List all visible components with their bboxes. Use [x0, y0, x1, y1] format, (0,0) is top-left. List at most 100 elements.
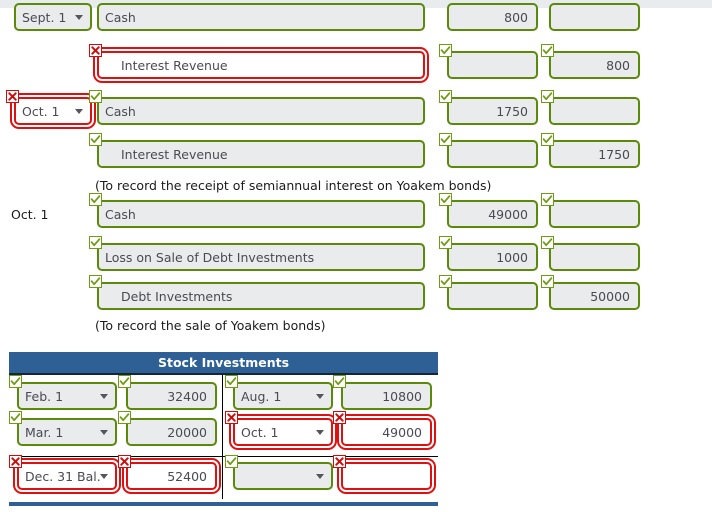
stock-cell-r1c1[interactable]: Feb. 1	[17, 382, 117, 410]
journal2-account-select-2[interactable]: Loss on Sale of Debt Investments	[97, 243, 425, 271]
stock-cell-r2c1-value: Mar. 1	[25, 424, 64, 440]
stock-cell-r3c3[interactable]	[233, 462, 333, 490]
journal2-debit-input-3[interactable]	[447, 282, 538, 310]
stock-cell-r2c1[interactable]: Mar. 1	[17, 418, 117, 446]
correct-check-icon	[541, 193, 554, 206]
correct-check-icon	[89, 90, 102, 103]
incorrect-x-icon	[333, 411, 346, 424]
stock-cell-r3c3-wrapper	[233, 462, 333, 490]
stock-cell-r1c1-wrapper: Feb. 1	[17, 382, 117, 410]
journal-date-select-3[interactable]: Oct. 1	[14, 97, 92, 125]
journal2-credit-input-1[interactable]	[549, 200, 640, 228]
stock-cell-r3c2-value: 52400	[167, 468, 207, 484]
stock-cell-r1c4-wrapper: 10800	[341, 382, 432, 410]
chevron-down-icon	[100, 394, 108, 399]
journal-credit-input-4-wrapper: 1750	[549, 140, 640, 168]
stock-cell-r1c3-value: Aug. 1	[241, 388, 282, 404]
journal-date-select-3-wrapper: Oct. 1	[14, 97, 92, 125]
stock-cell-r1c2[interactable]: 32400	[126, 382, 217, 410]
journal2-account-select-2-wrapper: Loss on Sale of Debt Investments	[97, 243, 425, 271]
stock-cell-r2c3[interactable]: Oct. 1	[233, 418, 333, 446]
journal-account-select-4[interactable]: Interest Revenue	[97, 140, 425, 168]
correct-check-icon	[89, 236, 102, 249]
correct-check-icon	[439, 44, 452, 57]
journal2-account-select-1-value: Cash	[105, 206, 136, 222]
journal-account-select-3-value: Cash	[105, 103, 136, 119]
journal-account-select-1-value: Cash	[105, 9, 136, 25]
journal-debit-input-1-value: 800	[504, 9, 528, 25]
journal2-credit-input-2[interactable]	[549, 243, 640, 271]
stock-cell-r3c4-wrapper	[341, 462, 432, 490]
journal-debit-input-3[interactable]: 1750	[447, 97, 538, 125]
stock-cell-r1c3[interactable]: Aug. 1	[233, 382, 333, 410]
journal-account-select-3[interactable]: Cash	[97, 97, 425, 125]
correct-check-icon	[541, 133, 554, 146]
stock-investments-title: Stock Investments	[9, 352, 438, 375]
journal-memo-1: (To record the receipt of semiannual int…	[95, 178, 492, 193]
journal2-debit-input-2[interactable]: 1000	[447, 243, 538, 271]
correct-check-icon	[89, 275, 102, 288]
journal2-credit-input-3-value: 50000	[590, 288, 630, 304]
worksheet-root: Sept. 1 Cash 800 Interest Revenue 800 Oct. 1 C…	[0, 0, 712, 512]
journal-credit-input-2-value: 800	[606, 57, 630, 73]
chevron-down-icon	[75, 109, 83, 114]
correct-check-icon	[541, 44, 554, 57]
journal-date-select-3-value: Oct. 1	[22, 103, 60, 119]
stock-cell-r3c4[interactable]	[341, 462, 432, 490]
stock-cell-r2c4[interactable]: 49000	[341, 418, 432, 446]
stock-cell-r3c2[interactable]: 52400	[126, 462, 217, 490]
journal2-credit-input-3-wrapper: 50000	[549, 282, 640, 310]
stock-cell-r2c2[interactable]: 20000	[126, 418, 217, 446]
correct-check-icon	[118, 411, 131, 424]
journal2-debit-input-1[interactable]: 49000	[447, 200, 538, 228]
journal-credit-input-1[interactable]	[549, 3, 640, 31]
incorrect-x-icon	[225, 411, 238, 424]
stock-cell-r1c4-value: 10800	[382, 388, 422, 404]
journal-debit-input-3-wrapper: 1750	[447, 97, 538, 125]
correct-check-icon	[439, 275, 452, 288]
correct-check-icon	[89, 193, 102, 206]
journal-debit-input-1[interactable]: 800	[447, 3, 538, 31]
journal2-account-select-3[interactable]: Debt Investments	[97, 282, 425, 310]
journal-credit-input-4[interactable]: 1750	[549, 140, 640, 168]
journal2-debit-input-1-wrapper: 49000	[447, 200, 538, 228]
journal-account-select-2-wrapper: Interest Revenue	[97, 51, 425, 79]
journal-credit-input-3[interactable]	[549, 97, 640, 125]
incorrect-x-icon	[89, 44, 102, 57]
stock-cell-r1c4[interactable]: 10800	[341, 382, 432, 410]
journal-account-select-2-value: Interest Revenue	[121, 57, 228, 73]
journal-debit-input-3-value: 1750	[496, 103, 528, 119]
taccount-left-total-rule	[9, 456, 222, 457]
journal2-debit-input-2-wrapper: 1000	[447, 243, 538, 271]
stock-cell-r1c3-wrapper: Aug. 1	[233, 382, 333, 410]
stock-cell-r1c1-value: Feb. 1	[25, 388, 64, 404]
journal2-account-select-1[interactable]: Cash	[97, 200, 425, 228]
correct-check-icon	[439, 193, 452, 206]
stock-cell-r2c1-wrapper: Mar. 1	[17, 418, 117, 446]
stock-cell-r2c3-wrapper: Oct. 1	[233, 418, 333, 446]
journal-account-select-1[interactable]: Cash	[97, 3, 425, 31]
incorrect-x-icon	[333, 455, 346, 468]
journal2-account-select-3-value: Debt Investments	[121, 288, 233, 304]
journal-memo-2: (To record the sale of Yoakem bonds)	[95, 318, 326, 333]
stock-cell-r3c1[interactable]: Dec. 31 Bal.	[17, 462, 117, 490]
journal-credit-input-1-wrapper	[549, 3, 640, 31]
journal-debit-input-2[interactable]	[447, 51, 538, 79]
taccount-right-total-rule	[223, 456, 438, 457]
taccount-vertical-divider	[222, 375, 223, 499]
journal-credit-input-2[interactable]: 800	[549, 51, 640, 79]
stock-cell-r2c4-value: 49000	[382, 424, 422, 440]
chevron-down-icon	[100, 474, 108, 479]
journal2-credit-input-3[interactable]: 50000	[549, 282, 640, 310]
stock-cell-r2c4-wrapper: 49000	[341, 418, 432, 446]
correct-check-icon	[439, 90, 452, 103]
stock-cell-r3c2-wrapper: 52400	[126, 462, 217, 490]
journal-account-select-3-wrapper: Cash	[97, 97, 425, 125]
journal-date-select-1[interactable]: Sept. 1	[14, 3, 92, 31]
journal-debit-input-1-wrapper: 800	[447, 3, 538, 31]
incorrect-x-icon	[6, 90, 19, 103]
stock-cell-r2c3-value: Oct. 1	[241, 424, 279, 440]
journal-account-select-2[interactable]: Interest Revenue	[97, 51, 425, 79]
stock-cell-r1c2-wrapper: 32400	[126, 382, 217, 410]
journal-debit-input-4[interactable]	[447, 140, 538, 168]
